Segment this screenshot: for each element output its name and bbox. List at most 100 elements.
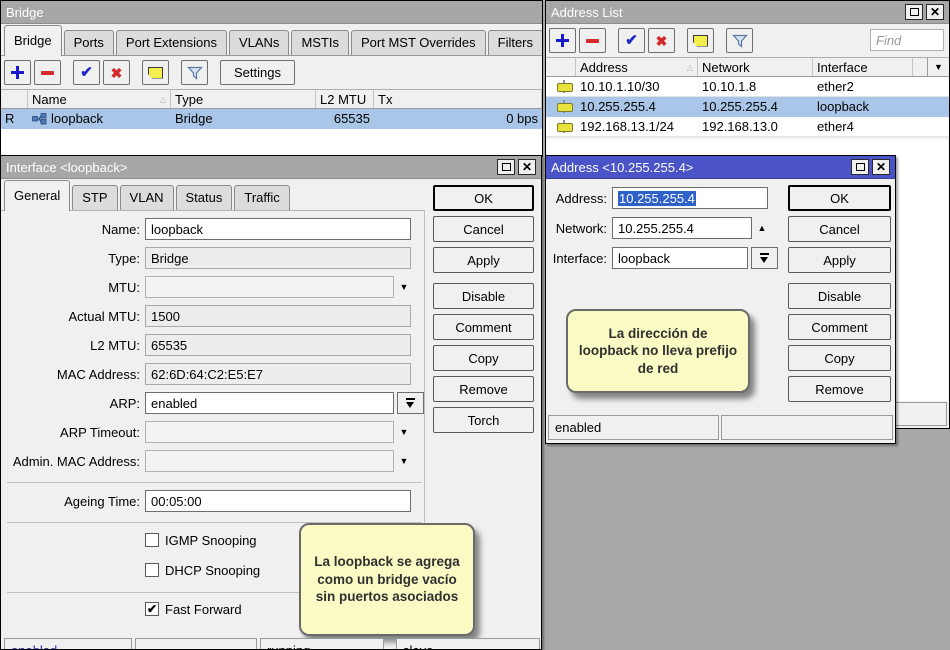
interface-combo-button[interactable] [751,247,778,269]
row-address: 192.168.13.1/24 [576,117,698,136]
add-button[interactable] [549,28,576,53]
address-dialog-title: Address <10.255.255.4> [551,160,693,175]
mtu-dropdown-arrow-icon[interactable]: ▼ [394,282,414,292]
close-button[interactable]: ✕ [926,4,944,20]
row-network: 10.255.255.4 [698,97,813,116]
igmp-snooping-checkbox[interactable] [145,533,159,547]
tab-stp[interactable]: STP [72,185,117,210]
dhcp-snooping-checkbox[interactable] [145,563,159,577]
interface-field[interactable]: loopback [612,247,748,269]
comment-button[interactable]: Comment [433,314,534,340]
admin-mac-dropdown-arrow-icon[interactable]: ▼ [394,456,414,466]
address-dialog-titlebar[interactable]: Address <10.255.255.4> ✕ [546,156,895,179]
status-enabled: enabled [548,415,719,440]
copy-button[interactable]: Copy [433,345,534,371]
address-column-header[interactable]: Address △ [576,58,698,76]
apply-button[interactable]: Apply [788,247,891,273]
interface-dialog: Interface <loopback> ✕ General STP VLAN … [0,155,542,650]
tab-filters[interactable]: Filters [488,30,543,55]
tab-port-mst-overrides[interactable]: Port MST Overrides [351,30,486,55]
apply-button[interactable]: Apply [433,247,534,273]
arp-combo-button[interactable] [397,392,424,414]
disable-button[interactable]: ✖ [648,28,675,53]
bridge-row-loopback[interactable]: R loopback Bridge 65535 0 bps [1,109,542,129]
cancel-button[interactable]: Cancel [788,216,891,242]
network-column-header[interactable]: Network [698,58,813,76]
tab-general[interactable]: General [4,180,70,211]
ok-button[interactable]: OK [788,185,891,211]
name-column-header[interactable]: Name △ [28,90,171,108]
name-field[interactable]: loopback [145,218,411,240]
enable-button[interactable]: ✔ [618,28,645,53]
cancel-button[interactable]: Cancel [433,216,534,242]
address-row[interactable]: 192.168.13.1/24 192.168.13.0 ether4 [546,117,949,137]
network-field[interactable]: 10.255.255.4 [612,217,752,239]
disable-button[interactable]: Disable [433,283,534,309]
row-flag: R [1,109,28,128]
address-row[interactable]: 10.255.255.4 10.255.255.4 loopback [546,97,949,117]
network-up-arrow-icon[interactable]: ▲ [752,223,772,233]
remove-button[interactable] [34,60,61,85]
column-selector-button[interactable]: ▼ [927,58,949,76]
tab-status[interactable]: Status [176,185,233,210]
tab-bridge[interactable]: Bridge [4,25,62,56]
note-icon [148,67,163,79]
address-list-titlebar[interactable]: Address List ✕ [546,1,949,24]
dhcp-snooping-label: DHCP Snooping [165,563,260,578]
tab-ports[interactable]: Ports [64,30,114,55]
maximize-button[interactable] [905,4,923,20]
copy-button[interactable]: Copy [788,345,891,371]
tab-vlans[interactable]: VLANs [229,30,289,55]
disable-button[interactable]: ✖ [103,60,130,85]
l2mtu-column-header[interactable]: L2 MTU [316,90,374,108]
maximize-button[interactable] [851,159,869,175]
admin-mac-field[interactable] [145,450,394,472]
filter-button[interactable] [181,60,208,85]
address-field[interactable]: 10.255.255.4 [612,187,768,209]
maximize-button[interactable] [497,159,515,175]
find-input[interactable] [870,29,944,51]
type-column-header[interactable]: Type [171,90,316,108]
row-l2mtu: 65535 [316,109,374,128]
comment-button[interactable] [687,28,714,53]
igmp-snooping-label: IGMP Snooping [165,533,257,548]
tab-port-extensions[interactable]: Port Extensions [116,30,227,55]
fast-forward-checkbox[interactable]: ✔ [145,602,159,616]
disable-button[interactable]: Disable [788,283,891,309]
ageing-time-label: Ageing Time: [4,494,145,509]
interface-column-header[interactable]: Interface [813,58,913,76]
settings-button[interactable]: Settings [220,60,295,85]
flags-column-header[interactable] [1,90,28,108]
close-icon: ✕ [930,6,940,18]
tx-column-header[interactable]: Tx [374,90,542,108]
close-button[interactable]: ✕ [518,159,536,175]
maximize-icon [910,8,919,16]
tab-mstis[interactable]: MSTIs [291,30,349,55]
torch-button[interactable]: Torch [433,407,534,433]
check-icon: ✔ [625,33,638,48]
close-button[interactable]: ✕ [872,159,890,175]
bridge-titlebar[interactable]: Bridge [1,1,542,24]
interface-tabbar: General STP VLAN Status Traffic [1,179,425,211]
arp-field[interactable]: enabled [145,392,394,414]
mtu-field[interactable] [145,276,394,298]
close-icon: ✕ [522,161,532,173]
tab-vlan[interactable]: VLAN [120,185,174,210]
arp-timeout-field[interactable] [145,421,394,443]
comment-button[interactable] [142,60,169,85]
enable-button[interactable]: ✔ [73,60,100,85]
interface-dialog-titlebar[interactable]: Interface <loopback> ✕ [1,156,541,179]
address-row[interactable]: 10.10.1.10/30 10.10.1.8 ether2 [546,77,949,97]
arp-timeout-dropdown-arrow-icon[interactable]: ▼ [394,427,414,437]
remove-button[interactable] [579,28,606,53]
comment-button[interactable]: Comment [788,314,891,340]
cross-icon: ✖ [656,34,668,48]
ok-button[interactable]: OK [433,185,534,211]
filter-button[interactable] [726,28,753,53]
remove-button[interactable]: Remove [433,376,534,402]
tab-traffic[interactable]: Traffic [234,185,289,210]
remove-button[interactable]: Remove [788,376,891,402]
add-button[interactable] [4,60,31,85]
flags-column-header[interactable] [546,58,576,76]
ageing-time-field[interactable]: 00:05:00 [145,490,411,512]
